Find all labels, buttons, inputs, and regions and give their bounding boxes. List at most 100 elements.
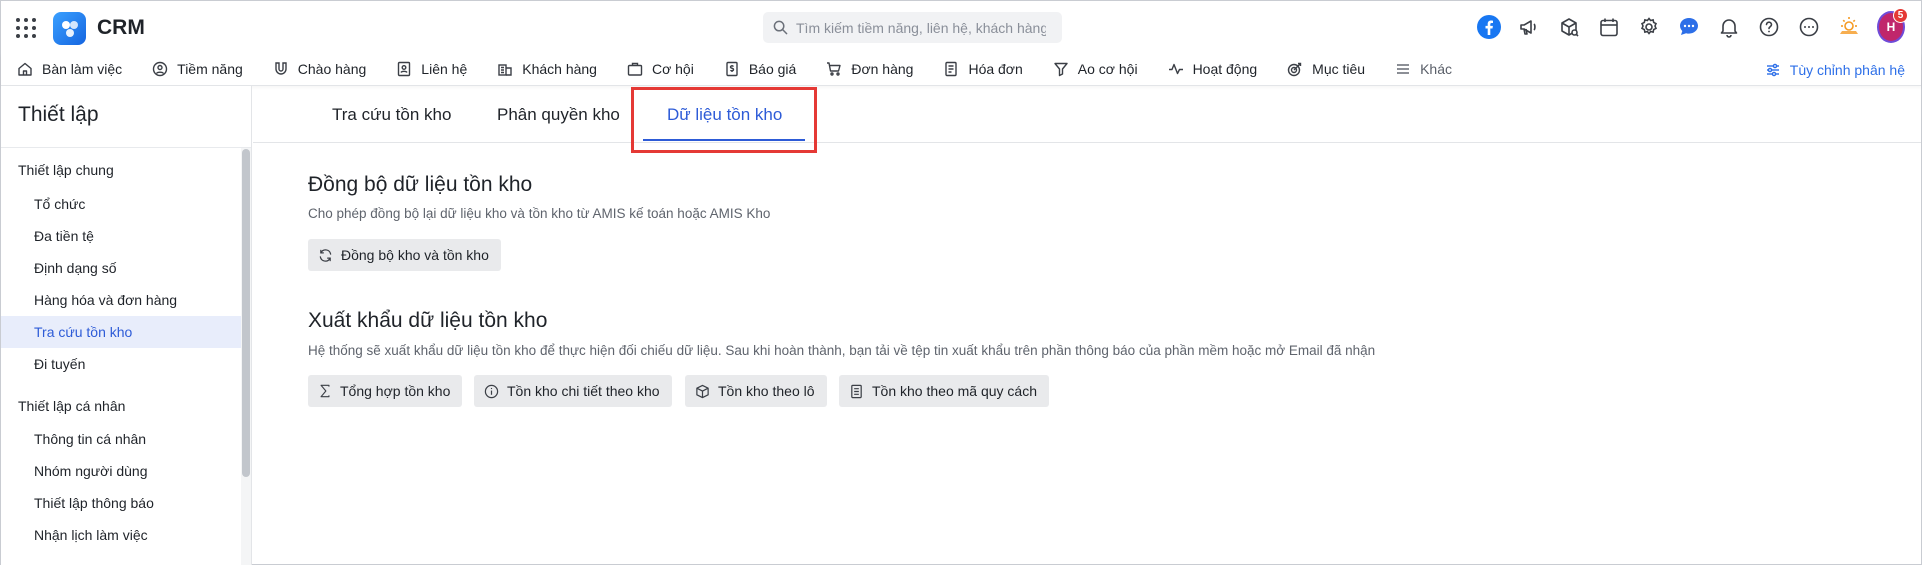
export-button-label: Tồn kho theo lô bbox=[718, 383, 815, 399]
nav-item-goals[interactable]: Mục tiêu bbox=[1271, 53, 1379, 86]
sidebar-divider bbox=[1, 147, 251, 148]
nav-item-label: Khách hàng bbox=[522, 61, 597, 77]
calendar-icon[interactable] bbox=[1595, 13, 1623, 41]
avatar[interactable]: H 5 bbox=[1877, 8, 1908, 43]
customize-modules-link[interactable]: Tùy chỉnh phân hệ bbox=[1765, 53, 1905, 86]
search-icon bbox=[773, 20, 788, 35]
sidebar-item-products-orders[interactable]: Hàng hóa và đơn hàng bbox=[1, 284, 241, 316]
nav-item-label: Mục tiêu bbox=[1312, 61, 1366, 77]
app-launcher-icon[interactable] bbox=[15, 17, 37, 39]
quote-icon bbox=[726, 61, 738, 77]
nav-item-offers[interactable]: Chào hàng bbox=[257, 53, 381, 86]
top-bar: CRM Tìm kiếm tiềm năng, liên hệ, khách h… bbox=[1, 1, 1921, 53]
nav-item-contacts[interactable]: Liên hệ bbox=[380, 53, 481, 86]
chat-icon[interactable] bbox=[1675, 13, 1703, 41]
settings-sidebar: Thiết lập Thiết lập chung Tổ chức Đa tiề… bbox=[1, 86, 252, 565]
nav-item-invoices[interactable]: Hóa đơn bbox=[927, 53, 1036, 86]
activity-icon bbox=[1168, 63, 1183, 75]
global-search[interactable] bbox=[763, 12, 1062, 43]
sliders-icon bbox=[1766, 63, 1779, 76]
avatar-initials: H bbox=[1886, 20, 1896, 34]
top-icon-group: H 5 bbox=[1463, 8, 1908, 43]
nav-item-label: Hoạt động bbox=[1192, 61, 1258, 77]
brand-name: CRM bbox=[97, 16, 145, 39]
tab-inventory-data[interactable]: Dữ liệu tồn kho bbox=[667, 86, 782, 143]
sidebar-item-personal-info[interactable]: Thông tin cá nhân bbox=[1, 423, 241, 455]
nav-item-workspace[interactable]: Bàn làm việc bbox=[1, 53, 136, 86]
nav-item-label: Ao cơ hội bbox=[1077, 61, 1138, 77]
target-icon bbox=[1287, 62, 1302, 77]
user-avatar-wrapper[interactable]: H 5 bbox=[1877, 8, 1908, 43]
briefcase-icon bbox=[627, 62, 643, 76]
help-icon[interactable] bbox=[1755, 13, 1783, 41]
active-tab-indicator bbox=[643, 139, 805, 141]
info-icon bbox=[484, 384, 499, 398]
box-icon bbox=[696, 384, 709, 398]
nav-item-label: Chào hàng bbox=[297, 61, 367, 77]
crm-logo-icon[interactable] bbox=[53, 12, 86, 45]
sync-section-title: Đồng bộ dữ liệu tồn kho bbox=[308, 173, 533, 196]
sidebar-item-number-format[interactable]: Định dạng số bbox=[1, 252, 241, 284]
funnel-icon bbox=[1054, 62, 1068, 77]
nav-item-label: Liên hệ bbox=[421, 61, 468, 77]
export-by-lot-button[interactable]: Tồn kho theo lô bbox=[685, 375, 827, 407]
nav-item-label: Khác bbox=[1420, 61, 1453, 77]
invoice-icon bbox=[945, 61, 958, 77]
sidebar-group-personal: Thiết lập cá nhân bbox=[18, 398, 126, 414]
sidebar-item-notification-settings[interactable]: Thiết lập thông báo bbox=[1, 487, 241, 519]
search-input[interactable] bbox=[796, 19, 1046, 36]
export-summary-button[interactable]: Tổng hợp tồn kho bbox=[308, 375, 463, 407]
nav-item-label: Tiềm năng bbox=[177, 61, 243, 77]
customize-label: Tùy chỉnh phân hệ bbox=[1789, 61, 1905, 78]
menu-icon bbox=[1397, 64, 1410, 74]
user-icon bbox=[152, 61, 168, 77]
nav-item-opportunity-pool[interactable]: Ao cơ hội bbox=[1037, 53, 1152, 86]
sidebar-item-routes[interactable]: Đi tuyến bbox=[1, 348, 241, 380]
export-button-label: Tồn kho chi tiết theo kho bbox=[507, 383, 660, 399]
sunrise-icon[interactable] bbox=[1835, 13, 1863, 41]
bell-icon[interactable] bbox=[1715, 13, 1743, 41]
sidebar-scrollbar-thumb[interactable] bbox=[242, 149, 250, 477]
nav-item-activities[interactable]: Hoạt động bbox=[1152, 53, 1272, 86]
megaphone-icon[interactable] bbox=[1515, 13, 1543, 41]
export-button-label: Tồn kho theo mã quy cách bbox=[872, 383, 1037, 399]
magnet-icon bbox=[275, 62, 287, 75]
gear-icon[interactable] bbox=[1635, 13, 1663, 41]
nav-item-label: Báo giá bbox=[748, 61, 797, 77]
nav-item-label: Đơn hàng bbox=[851, 61, 914, 77]
sidebar-item-work-schedule[interactable]: Nhận lịch làm việc bbox=[1, 519, 241, 551]
package-search-icon[interactable] bbox=[1555, 13, 1583, 41]
document-list-icon bbox=[851, 384, 862, 398]
sigma-icon bbox=[320, 384, 330, 398]
sidebar-item-multi-currency[interactable]: Đa tiền tệ bbox=[1, 220, 241, 252]
nav-item-more[interactable]: Khác bbox=[1379, 53, 1466, 86]
export-by-spec-code-button[interactable]: Tồn kho theo mã quy cách bbox=[839, 375, 1049, 407]
facebook-icon[interactable] bbox=[1475, 13, 1503, 41]
nav-item-quotes[interactable]: Báo giá bbox=[708, 53, 810, 86]
tab-inventory-lookup[interactable]: Tra cứu tồn kho bbox=[332, 86, 451, 143]
refresh-icon bbox=[319, 248, 332, 262]
sidebar-group-general: Thiết lập chung bbox=[18, 162, 114, 178]
sidebar-item-user-groups[interactable]: Nhóm người dùng bbox=[1, 455, 241, 487]
nav-item-orders[interactable]: Đơn hàng bbox=[810, 53, 927, 86]
cart-icon bbox=[827, 62, 842, 76]
nav-item-leads[interactable]: Tiềm năng bbox=[136, 53, 257, 86]
nav-item-label: Cơ hội bbox=[651, 61, 694, 77]
sync-button-label: Đồng bộ kho và tồn kho bbox=[341, 247, 489, 263]
export-button-label: Tổng hợp tồn kho bbox=[340, 383, 451, 399]
home-icon bbox=[18, 62, 32, 76]
nav-item-opportunities[interactable]: Cơ hội bbox=[611, 53, 708, 86]
settings-tabs: Tra cứu tồn kho Phân quyền kho Dữ liệu t… bbox=[253, 86, 1921, 143]
nav-item-label: Bàn làm việc bbox=[42, 61, 123, 77]
more-options-icon[interactable] bbox=[1795, 13, 1823, 41]
sidebar-item-organization[interactable]: Tổ chức bbox=[1, 188, 241, 220]
tab-warehouse-permissions[interactable]: Phân quyền kho bbox=[497, 86, 620, 143]
export-section-title: Xuất khẩu dữ liệu tồn kho bbox=[308, 309, 548, 332]
sync-section-description: Cho phép đồng bộ lại dữ liệu kho và tồn … bbox=[308, 206, 771, 221]
export-detail-by-warehouse-button[interactable]: Tồn kho chi tiết theo kho bbox=[474, 375, 672, 407]
export-section-description: Hệ thống sẽ xuất khẩu dữ liệu tồn kho để… bbox=[308, 343, 1376, 358]
sync-inventory-button[interactable]: Đồng bộ kho và tồn kho bbox=[308, 239, 501, 271]
module-nav: Bàn làm việc Tiềm năng Chào hàng Liên hệ… bbox=[1, 53, 1921, 86]
sidebar-item-inventory-lookup[interactable]: Tra cứu tồn kho bbox=[1, 316, 241, 348]
nav-item-customers[interactable]: Khách hàng bbox=[481, 53, 611, 86]
